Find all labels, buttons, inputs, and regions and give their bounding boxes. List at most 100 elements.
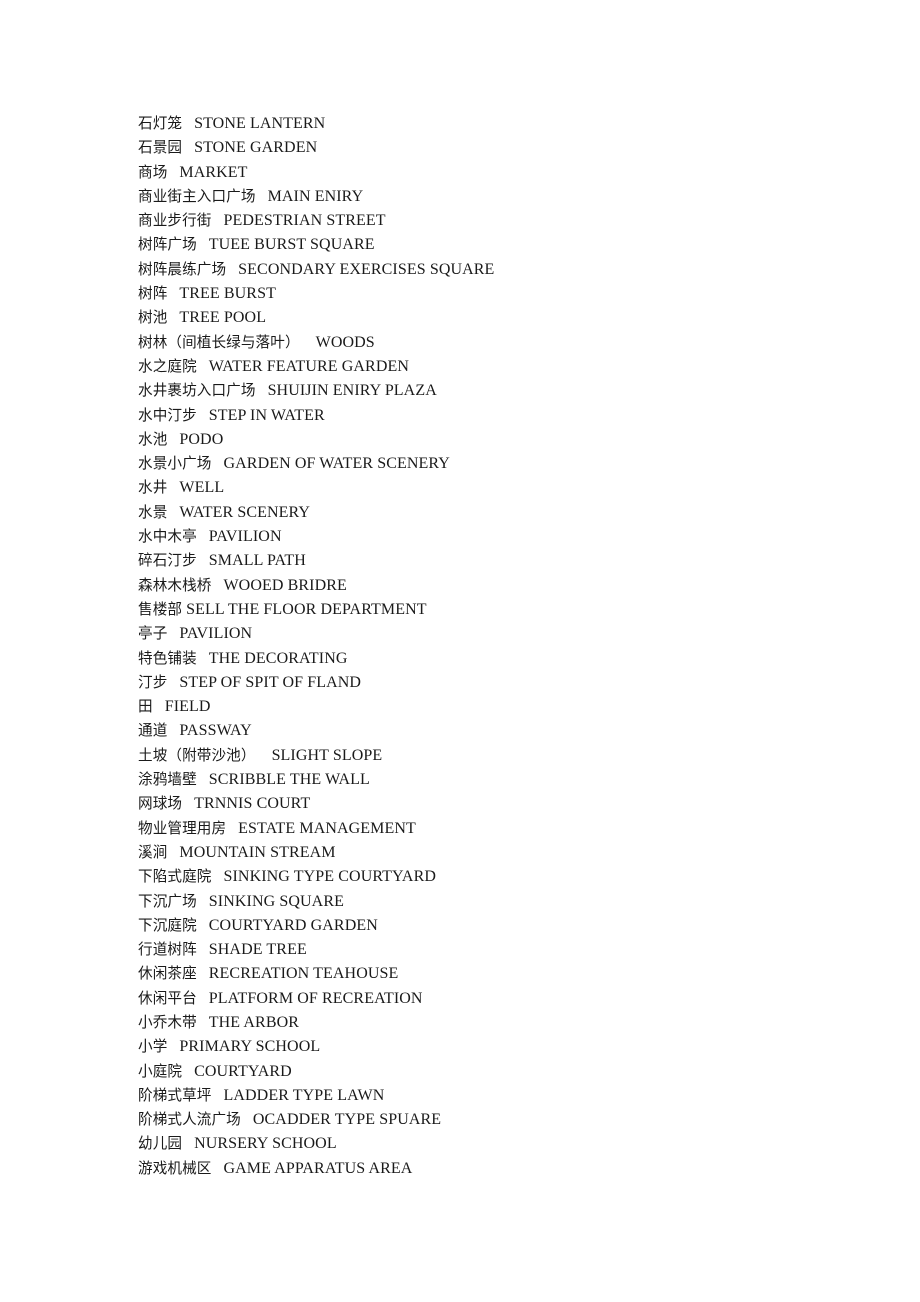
term-chinese: 水中汀步	[138, 406, 197, 424]
term-chinese: 下沉广场	[138, 892, 197, 910]
term-english: STONE LANTERN	[194, 115, 326, 132]
term-chinese: 下陷式庭院	[138, 868, 212, 886]
term-chinese: 森林木栈桥	[138, 576, 212, 594]
term-chinese: 游戏机械区	[138, 1159, 212, 1177]
glossary-entry: 水之庭院 WATER FEATURE GARDEN	[138, 355, 878, 379]
glossary-entry: 商业步行街 PEDESTRIAN STREET	[138, 209, 878, 233]
glossary-entry: 水池 PODO	[138, 428, 878, 452]
term-chinese: 售楼部	[138, 600, 183, 618]
term-chinese: 商业步行街	[138, 212, 212, 230]
glossary-entry: 特色铺装 THE DECORATING	[138, 647, 878, 671]
term-separator	[211, 212, 223, 229]
glossary-entry: 汀步 STEP OF SPIT OF FLAND	[138, 671, 878, 695]
term-chinese: 石灯笼	[138, 115, 183, 132]
term-english: SINKING TYPE COURTYARD	[223, 868, 436, 886]
glossary-entry: 水中木亭 PAVILION	[138, 525, 878, 549]
glossary-entry: 水中汀步 STEP IN WATER	[138, 404, 878, 428]
term-english: SMALL PATH	[208, 552, 306, 570]
glossary-entry: 水井 WELL	[138, 476, 878, 500]
term-chinese: 树池	[138, 309, 168, 327]
term-chinese: 亭子	[138, 625, 168, 643]
term-separator	[211, 455, 223, 472]
term-english: TUEE BURST SQUARE	[208, 236, 375, 254]
term-chinese: 商业街主入口广场	[138, 187, 256, 205]
term-separator	[211, 577, 223, 594]
glossary-entry: 森林木栈桥 WOOED BRIDRE	[138, 574, 878, 598]
term-english: STONE GARDEN	[194, 139, 318, 157]
term-separator	[256, 188, 268, 205]
glossary-entry: 游戏机械区 GAME APPARATUS AREA	[138, 1157, 878, 1181]
term-chinese: 水井	[138, 479, 168, 497]
glossary-entry: 树池 TREE POOL	[138, 306, 878, 330]
term-separator	[167, 674, 179, 691]
term-chinese: 幼儿园	[138, 1135, 183, 1153]
term-english: SELL THE FLOOR DEPARTMENT	[186, 600, 427, 618]
term-english: COURTYARD GARDEN	[208, 916, 378, 934]
term-english: SINKING SQUARE	[208, 892, 344, 910]
term-chinese: 休闲茶座	[138, 965, 197, 983]
term-english: SHADE TREE	[208, 941, 307, 959]
document-page: 石灯笼 STONE LANTERN 石景园 STONE GARDEN 商场 MARK…	[0, 0, 920, 1302]
term-chinese: 汀步	[138, 673, 168, 691]
glossary-entry: 小学 PRIMARY SCHOOL	[138, 1035, 878, 1059]
term-separator	[167, 1038, 179, 1055]
term-chinese: 小学	[138, 1038, 168, 1056]
term-chinese: 土坡（附带沙池）	[138, 746, 256, 764]
glossary-entry: 通道 PASSWAY	[138, 719, 878, 743]
term-separator	[167, 285, 179, 302]
term-english: WATER FEATURE GARDEN	[208, 357, 409, 375]
term-chinese: 石景园	[138, 139, 183, 157]
term-english: WOODS	[315, 333, 375, 351]
term-chinese: 树阵	[138, 285, 168, 303]
term-separator	[197, 236, 209, 253]
term-chinese: 小庭院	[138, 1062, 183, 1080]
term-chinese: 溪涧	[138, 843, 168, 861]
term-english: SCRIBBLE THE WALL	[208, 771, 370, 789]
term-chinese: 商场	[138, 163, 168, 181]
glossary-list: 石灯笼 STONE LANTERN 石景园 STONE GARDEN 商场 MARK…	[138, 112, 878, 1181]
term-separator	[197, 407, 209, 424]
glossary-entry: 售楼部 SELL THE FLOOR DEPARTMENT	[138, 598, 878, 622]
term-chinese: 树阵广场	[138, 236, 197, 254]
term-english: OCADDER TYPE SPUARE	[252, 1111, 442, 1129]
term-english: PLATFORM OF RECREATION	[208, 989, 423, 1007]
term-chinese: 网球场	[138, 795, 183, 813]
term-separator	[226, 261, 238, 278]
term-english: MARKET	[179, 163, 248, 181]
term-chinese: 下沉庭院	[138, 916, 197, 934]
term-separator	[167, 479, 179, 496]
term-english: LADDER TYPE LAWN	[223, 1086, 385, 1104]
glossary-entry: 树阵广场 TUEE BURST SQUARE	[138, 233, 878, 257]
term-english: COURTYARD	[194, 1062, 292, 1080]
glossary-entry: 亭子 PAVILION	[138, 622, 878, 646]
glossary-entry: 土坡（附带沙池） SLIGHT SLOPE	[138, 744, 878, 768]
term-separator	[197, 893, 209, 910]
term-english: RECREATION TEAHOUSE	[208, 965, 399, 983]
term-chinese: 水池	[138, 430, 168, 448]
term-separator	[182, 1135, 194, 1152]
term-english: PEDESTRIAN STREET	[223, 212, 386, 230]
term-separator	[182, 795, 194, 812]
glossary-entry: 阶梯式人流广场 OCADDER TYPE SPUARE	[138, 1108, 878, 1132]
glossary-entry: 涂鸦墙壁 SCRIBBLE THE WALL	[138, 768, 878, 792]
glossary-entry: 网球场 TRNNIS COURT	[138, 792, 878, 816]
glossary-entry: 小庭院 COURTYARD	[138, 1060, 878, 1084]
term-separator	[256, 747, 272, 764]
term-english: PAVILION	[179, 625, 253, 643]
term-separator	[197, 650, 209, 667]
term-chinese: 碎石汀步	[138, 552, 197, 570]
term-chinese: 水井裹坊入口广场	[138, 382, 256, 400]
glossary-entry: 幼儿园 NURSERY SCHOOL	[138, 1132, 878, 1156]
glossary-entry: 下陷式庭院 SINKING TYPE COURTYARD	[138, 865, 878, 889]
glossary-entry: 水景 WATER SCENERY	[138, 501, 878, 525]
term-english: THE DECORATING	[208, 649, 348, 667]
term-chinese: 特色铺装	[138, 649, 197, 667]
glossary-entry: 石景园 STONE GARDEN	[138, 136, 878, 160]
glossary-entry: 阶梯式草坪 LADDER TYPE LAWN	[138, 1084, 878, 1108]
glossary-entry: 小乔木带 THE ARBOR	[138, 1011, 878, 1035]
term-english: PAVILION	[208, 528, 282, 546]
term-english: WATER SCENERY	[179, 503, 311, 521]
term-separator	[167, 164, 179, 181]
term-english: PODO	[179, 430, 224, 448]
glossary-entry: 休闲平台 PLATFORM OF RECREATION	[138, 987, 878, 1011]
